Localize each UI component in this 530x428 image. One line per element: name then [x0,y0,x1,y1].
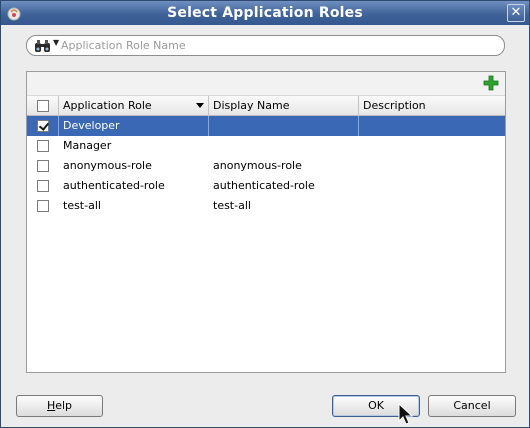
role-cell: anonymous-role [63,159,152,172]
description-cell [359,116,505,136]
table-toolbar [27,72,505,96]
roles-table: Application Role Display Name Descriptio… [27,96,505,216]
display-name-cell [209,136,359,156]
binoculars-icon[interactable] [34,39,52,53]
cancel-button[interactable]: Cancel [428,395,516,417]
select-all-header [27,96,59,116]
description-cell [359,136,505,156]
column-header-application-role[interactable]: Application Role [59,96,209,116]
add-icon[interactable] [483,75,499,91]
description-cell [359,176,505,196]
display-name-cell: authenticated-role [213,179,315,192]
display-name-cell: anonymous-role [213,159,302,172]
search-input[interactable] [61,38,491,53]
search-field[interactable]: ▼ [26,35,505,56]
column-header-description[interactable]: Description [359,96,505,116]
table-row[interactable]: anonymous-role anonymous-role [27,156,505,176]
column-header-display-name[interactable]: Display Name [209,96,359,116]
title-bar[interactable]: Select Application Roles ✕ [1,1,529,25]
table-body: Developer Manager anonymous-role anonymo… [27,116,505,216]
sort-descending-icon [196,103,204,108]
row-checkbox[interactable] [37,180,49,192]
table-row[interactable]: test-all test-all [27,196,505,216]
close-icon[interactable]: ✕ [507,4,525,22]
role-cell: Developer [59,116,209,136]
table-header: Application Role Display Name Descriptio… [27,96,505,116]
row-checkbox[interactable] [37,200,49,212]
dialog-window: Select Application Roles ✕ ▼ Application… [0,0,530,428]
role-cell: test-all [63,199,101,212]
row-checkbox[interactable] [37,120,49,132]
roles-panel: Application Role Display Name Descriptio… [26,71,506,373]
table-row[interactable]: authenticated-role authenticated-role [27,176,505,196]
description-cell [359,156,505,176]
select-all-checkbox[interactable] [37,100,49,112]
window-title: Select Application Roles [167,5,363,21]
role-cell: authenticated-role [63,179,165,192]
row-checkbox[interactable] [37,140,49,152]
display-name-cell: test-all [213,199,251,212]
table-row[interactable]: Developer [27,116,505,136]
table-row[interactable]: Manager [27,136,505,156]
mouse-pointer-icon [398,403,414,425]
help-button[interactable]: Help [16,395,103,417]
row-checkbox[interactable] [37,160,49,172]
search-options-chevron-down-icon[interactable]: ▼ [53,38,59,47]
display-name-cell [209,116,359,136]
role-cell: Manager [63,139,112,152]
description-cell [359,196,505,216]
